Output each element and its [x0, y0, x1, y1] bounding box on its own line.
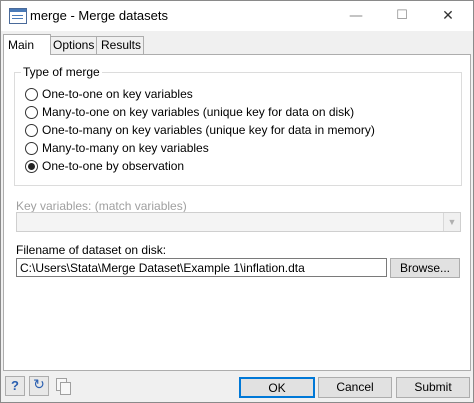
chevron-down-icon: ▼ [443, 213, 460, 231]
filename-label: Filename of dataset on disk: [16, 243, 167, 257]
cancel-button[interactable]: Cancel [318, 377, 392, 398]
merge-type-group: Type of merge One-to-one on key variable… [14, 65, 462, 186]
minimize-button[interactable]: — [333, 1, 379, 31]
window-title: merge - Merge datasets [30, 8, 169, 23]
main-tab-panel: Type of merge One-to-one on key variable… [3, 54, 471, 371]
submit-button[interactable]: Submit [396, 377, 470, 398]
help-icon[interactable]: ? [5, 376, 25, 396]
radio-label: Many-to-one on key variables (unique key… [42, 105, 355, 119]
tab-main[interactable]: Main [3, 34, 51, 55]
merge-type-legend: Type of merge [21, 65, 102, 79]
merge-dialog: merge - Merge datasets — ☐ ✕ Main Option… [0, 0, 474, 403]
radio-button-icon[interactable] [25, 124, 38, 137]
browse-button[interactable]: Browse... [390, 258, 460, 278]
radio-button-icon[interactable] [25, 106, 38, 119]
tab-results[interactable]: Results [96, 36, 144, 54]
tab-strip: Main Options Results [1, 34, 473, 55]
filename-input[interactable] [16, 258, 387, 277]
radio-button-icon[interactable] [25, 88, 38, 101]
tab-options[interactable]: Options [48, 36, 99, 54]
title-bar: merge - Merge datasets — ☐ ✕ [1, 1, 473, 31]
radio-button-checked-icon[interactable] [25, 160, 38, 173]
close-button[interactable]: ✕ [425, 1, 471, 31]
maximize-button[interactable]: ☐ [379, 1, 425, 31]
radio-label: One-to-many on key variables (unique key… [42, 123, 375, 137]
ok-button[interactable]: OK [239, 377, 315, 398]
key-variables-label: Key variables: (match variables) [16, 199, 187, 213]
dialog-footer: ? ↻ OK Cancel Submit [1, 373, 473, 402]
reset-icon[interactable]: ↻ [29, 376, 49, 396]
radio-label: Many-to-many on key variables [42, 141, 209, 155]
copy-command-icon[interactable] [53, 376, 73, 396]
radio-button-icon[interactable] [25, 142, 38, 155]
radio-label: One-to-one on key variables [42, 87, 193, 101]
key-variables-combobox: ▼ [16, 212, 461, 232]
dialog-app-icon [9, 8, 27, 24]
radio-label: One-to-one by observation [42, 159, 185, 173]
